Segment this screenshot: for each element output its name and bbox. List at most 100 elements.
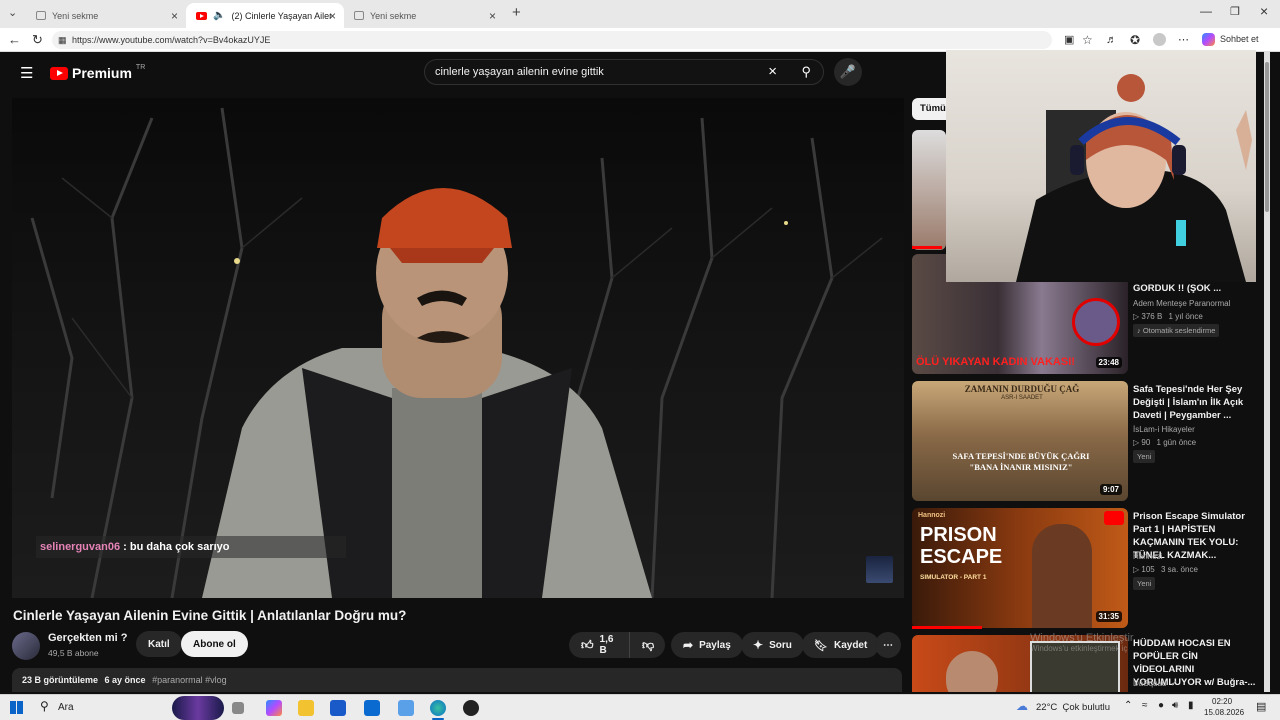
file-explorer-icon[interactable] bbox=[298, 700, 314, 716]
subscribe-button[interactable]: Abone ol bbox=[181, 631, 248, 657]
save-button[interactable]: 🔖︎ Kaydet bbox=[802, 632, 880, 658]
recommendation-title[interactable]: Safa Tepesi'nde Her Şey Değişti | İslam'… bbox=[1133, 383, 1261, 422]
share-arrow-icon: ➦ bbox=[683, 638, 694, 652]
microphone-icon[interactable]: ● bbox=[1158, 700, 1164, 711]
obs-icon[interactable] bbox=[463, 700, 479, 716]
minimize-icon[interactable]: — bbox=[1200, 4, 1212, 18]
outlook-icon[interactable] bbox=[364, 700, 380, 716]
search-highlight-image[interactable] bbox=[172, 696, 224, 720]
restore-icon[interactable]: ❐ bbox=[1230, 5, 1240, 18]
recommendation-item[interactable]: ZAMANIN DURDUĞU ÇAĞ ASR-I SAADET SAFA TE… bbox=[912, 381, 1266, 503]
site-info-icon[interactable]: ▦ bbox=[58, 31, 67, 49]
join-button[interactable]: Katıl bbox=[136, 631, 182, 657]
thumbs-down-icon: 👎︎ bbox=[642, 637, 655, 652]
logo-text: Premium bbox=[72, 65, 132, 81]
recommendation-channel[interactable]: DaSquad ✔ bbox=[1133, 679, 1177, 688]
video-thumbnail: Hannozi PRISON ESCAPE SIMULATOR - PART 1… bbox=[912, 508, 1128, 628]
watermark-line-1: Windows'u Etkinleştir bbox=[1030, 632, 1134, 644]
reload-icon[interactable]: ↻ bbox=[32, 32, 43, 48]
video-thumbnail bbox=[912, 130, 946, 250]
video-player[interactable]: selinerguvan06 : bu daha çok sarıyo bbox=[12, 98, 904, 598]
tab-close-icon[interactable]: × bbox=[329, 9, 336, 23]
recommendation-channel[interactable]: Hannozi bbox=[1133, 552, 1162, 561]
volume-icon[interactable]: 🔊︎ bbox=[1172, 700, 1178, 711]
windows-start-icon[interactable] bbox=[10, 701, 23, 714]
task-view-icon[interactable] bbox=[232, 702, 244, 714]
channel-watermark[interactable] bbox=[866, 556, 893, 583]
copilot-icon[interactable] bbox=[1202, 33, 1215, 46]
tab-new-2[interactable]: Yeni sekme × bbox=[344, 3, 504, 28]
channel-name[interactable]: Gerçekten mi ? bbox=[48, 632, 127, 644]
tab-close-icon[interactable]: × bbox=[171, 9, 178, 23]
clear-search-icon[interactable]: × bbox=[768, 60, 777, 84]
app-available-icon[interactable]: ▣ bbox=[1064, 32, 1074, 48]
youtube-logo[interactable]: Premium TR bbox=[50, 64, 145, 81]
thumbnail-person bbox=[946, 651, 998, 692]
wifi-icon[interactable]: ≈ bbox=[1142, 700, 1148, 711]
notification-icon[interactable]: ▤ bbox=[1256, 700, 1266, 713]
duration-badge: 23:48 bbox=[1095, 357, 1122, 368]
webcam-overlay bbox=[946, 50, 1256, 282]
share-button[interactable]: ➦ Paylaş bbox=[671, 632, 743, 658]
page-scrollbar[interactable] bbox=[1264, 52, 1270, 692]
recommendation-channel[interactable]: İsLam-i Hikayeler bbox=[1133, 425, 1195, 434]
close-window-icon[interactable]: × bbox=[1260, 3, 1268, 19]
tab-youtube[interactable]: 🔈 (2) Cinlerle Yaşayan Ailenin Ev × bbox=[186, 3, 344, 28]
recommendation-channel[interactable]: Adem Menteşe Paranormal bbox=[1133, 299, 1230, 308]
tray-chevron-icon[interactable]: ⌃ bbox=[1124, 700, 1132, 711]
upload-age: 6 ay önce bbox=[104, 675, 146, 685]
tab-list-chevron-icon[interactable]: ⌄ bbox=[8, 6, 17, 19]
search-input[interactable]: cinlerle yaşayan ailenin evine gittik × … bbox=[424, 59, 824, 85]
new-tab-plus-icon[interactable]: + bbox=[512, 4, 521, 21]
more-actions-button[interactable]: ⋯ bbox=[875, 632, 901, 658]
subscribe-label: Abone ol bbox=[193, 638, 236, 650]
tab-close-icon[interactable]: × bbox=[489, 9, 496, 23]
recommendation-item[interactable]: Hannozi PRISON ESCAPE SIMULATOR - PART 1… bbox=[912, 508, 1266, 630]
play-icon: ▷ bbox=[1133, 312, 1140, 321]
channel-avatar[interactable] bbox=[12, 632, 40, 660]
recommendation-title[interactable]: GORDUK !! (ŞOK ... bbox=[1133, 282, 1261, 295]
favorites-icon[interactable]: ✪ bbox=[1130, 32, 1140, 48]
voice-search-mic-icon[interactable]: 🎤 bbox=[834, 58, 862, 86]
scrollbar-thumb[interactable] bbox=[1265, 62, 1269, 212]
thumbs-up-icon: 👍︎ bbox=[581, 637, 594, 652]
ask-button[interactable]: ✦ Soru bbox=[741, 632, 804, 658]
profile-avatar-icon[interactable] bbox=[1153, 33, 1166, 46]
clock-time[interactable]: 02:20 bbox=[1212, 697, 1232, 706]
subscriber-count: 49,5 B abone bbox=[48, 648, 99, 658]
thumbnail-highlight-circle bbox=[1072, 298, 1120, 346]
windows-taskbar: ⚲ Ara ☁ 22°C Çok bulutlu ⌃ ≈ ● 🔊︎ ▮ 02:2… bbox=[0, 694, 1280, 720]
clock-date[interactable]: 15.08.2026 bbox=[1204, 708, 1244, 717]
thumbnail-brand: Hannozi bbox=[918, 512, 946, 519]
taskbar-search-icon[interactable]: ⚲ bbox=[40, 699, 49, 713]
description-box[interactable]: 23 B görüntüleme 6 ay önce #paranormal #… bbox=[12, 668, 902, 692]
back-icon[interactable]: ← bbox=[8, 32, 21, 48]
read-aloud-icon[interactable]: ♬ bbox=[1106, 32, 1117, 48]
recommendation-meta: ▷ 90 1 gün önce bbox=[1133, 438, 1196, 447]
search-input-value: cinlerle yaşayan ailenin evine gittik bbox=[435, 66, 604, 78]
video-title: Cinlerle Yaşayan Ailenin Evine Gittik | … bbox=[13, 608, 407, 623]
url-field[interactable]: ▦ https://www.youtube.com/watch?v=Bv4oka… bbox=[52, 31, 1052, 49]
auto-dub-icon: ♪ bbox=[1137, 326, 1141, 335]
store-icon[interactable] bbox=[330, 700, 346, 716]
battery-icon[interactable]: ▮ bbox=[1188, 700, 1194, 711]
favorite-star-icon[interactable]: ☆ bbox=[1082, 32, 1093, 48]
search-icon[interactable]: ⚲ bbox=[801, 60, 811, 84]
taskbar-search-label[interactable]: Ara bbox=[58, 702, 74, 713]
speaker-icon[interactable]: 🔈 bbox=[213, 10, 225, 21]
menu-hamburger-icon[interactable]: ☰ bbox=[20, 64, 33, 82]
like-button[interactable]: 👍︎ 1,6 B bbox=[569, 632, 629, 658]
weather-text[interactable]: 22°C Çok bulutlu bbox=[1036, 702, 1110, 713]
app-icon[interactable] bbox=[398, 700, 414, 716]
copilot-taskbar-icon[interactable] bbox=[266, 700, 282, 716]
copilot-chat-label[interactable]: Sohbet et bbox=[1220, 34, 1259, 44]
browser-tab-bar: ⌄ Yeni sekme × 🔈 (2) Cinlerle Yaşayan Ai… bbox=[0, 0, 1280, 28]
more-menu-icon[interactable]: ⋯ bbox=[1178, 32, 1189, 48]
tab-label: (2) Cinlerle Yaşayan Ailenin Ev bbox=[231, 10, 331, 21]
thumbnail-caption-top: ZAMANIN DURDUĞU ÇAĞ bbox=[964, 384, 1080, 394]
edge-browser-icon[interactable] bbox=[430, 700, 446, 716]
hashtags[interactable]: #paranormal #vlog bbox=[152, 675, 227, 685]
tab-new-1[interactable]: Yeni sekme × bbox=[26, 3, 186, 28]
weather-icon[interactable]: ☁ bbox=[1016, 699, 1028, 713]
dislike-button[interactable]: 👎︎ bbox=[629, 632, 665, 658]
